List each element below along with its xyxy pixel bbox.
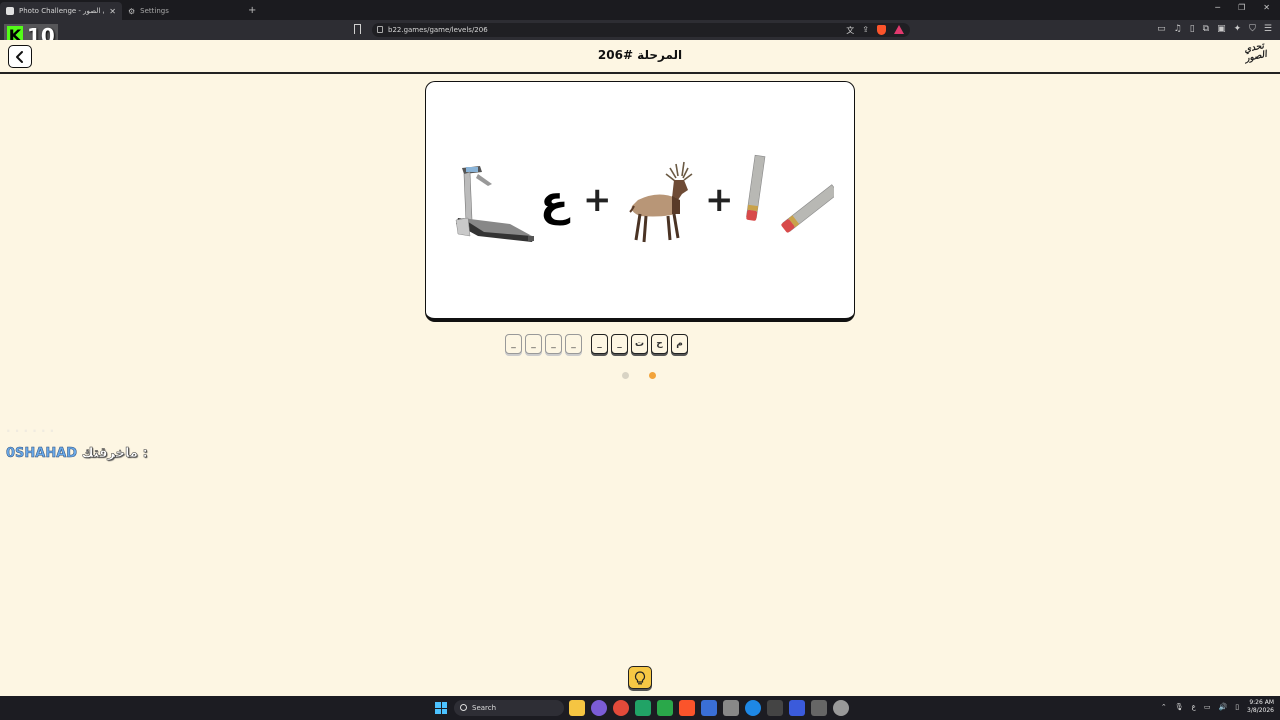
answer-slot[interactable]: _ <box>591 334 608 354</box>
sidebar-icon[interactable]: ▭ <box>1157 24 1166 34</box>
translate-icon[interactable]: 文 <box>846 25 854 36</box>
menu-icon[interactable]: ☰ <box>1264 24 1272 34</box>
epic-games-icon[interactable] <box>767 700 783 716</box>
edge-icon[interactable] <box>745 700 761 716</box>
answer-slot[interactable]: م <box>671 334 688 354</box>
restore-icon[interactable]: ❐ <box>1238 3 1245 12</box>
pencil-eraser-image <box>746 154 834 233</box>
chrome-icon[interactable] <box>613 700 629 716</box>
plus-sign: + <box>705 180 734 220</box>
page-title: المرحلة #206 <box>597 48 683 62</box>
answer-word-1: _ _ ت ح م <box>591 334 688 354</box>
settings-gear-icon[interactable] <box>833 700 849 716</box>
shield-app-icon[interactable] <box>701 700 717 716</box>
brave-shield-icon[interactable] <box>877 25 886 35</box>
new-tab-icon[interactable]: + <box>248 5 256 16</box>
microphone-icon[interactable]: 🎙 <box>1175 703 1184 711</box>
tabs-icon[interactable]: ⧉ <box>1203 24 1209 34</box>
discord-icon[interactable] <box>789 700 805 716</box>
tab-favicon <box>6 7 14 15</box>
chat-text: ماخرقتك : <box>81 446 148 462</box>
volume-icon[interactable]: 🔊 <box>1218 703 1227 711</box>
answer-slot[interactable]: _ <box>525 334 542 354</box>
xbox-icon[interactable] <box>657 700 673 716</box>
elk-image <box>629 161 693 243</box>
system-tray: ⌃ 🎙 ع ▭ 🔊 ▯ 9:26 AM 3/8/2026 <box>1161 699 1274 715</box>
arabic-letter-glyph: ع <box>540 176 569 225</box>
lightbulb-icon <box>634 670 646 684</box>
taskbar-apps <box>569 700 849 716</box>
battery-icon[interactable]: ▯ <box>1235 703 1239 711</box>
vpn-icon[interactable]: ⛉ <box>1249 24 1256 34</box>
windows-start-icon[interactable] <box>435 702 447 714</box>
chat-ghost-line: · · · · · · <box>6 424 55 438</box>
brand-logo[interactable]: تحدي الصور <box>1240 41 1273 72</box>
app-icon[interactable] <box>635 700 651 716</box>
reader-icon[interactable]: ▯ <box>1190 24 1195 34</box>
url-text: b22.games/game/levels/206 <box>388 26 488 34</box>
file-explorer-icon[interactable] <box>569 700 585 716</box>
plus-sign: + <box>583 180 612 220</box>
wallet-icon[interactable]: ▣ <box>1217 24 1226 34</box>
tab-photo-challenge[interactable]: Photo Challenge - تحدي الصور ✕ <box>0 2 122 20</box>
taskbar: Search ⌃ 🎙 ع ▭ 🔊 ▯ 9:26 AM 3/8/2026 <box>0 696 1280 720</box>
page-dot-active[interactable] <box>649 372 656 379</box>
answer-slot[interactable]: _ <box>611 334 628 354</box>
close-window-icon[interactable]: ✕ <box>1263 3 1270 12</box>
answer-word-2: _ _ _ _ <box>505 334 582 354</box>
answer-slot[interactable]: ت <box>631 334 648 354</box>
search-icon <box>460 704 467 711</box>
tab-settings[interactable]: ⚙ Settings <box>122 2 244 20</box>
puzzle-images: ع + + <box>426 152 856 252</box>
page-dots <box>622 372 656 379</box>
address-bar-row: b22.games/game/levels/206 文 ⇪ ▭ ♫ ▯ ⧉ ▣ … <box>0 20 1280 40</box>
app-icon[interactable] <box>723 700 739 716</box>
taskbar-search[interactable]: Search <box>454 700 564 716</box>
puzzle-card: ع + + <box>425 81 855 322</box>
brave-icon[interactable] <box>679 700 695 716</box>
app-icon[interactable] <box>811 700 827 716</box>
minimize-icon[interactable]: ─ <box>1215 3 1220 12</box>
hint-button[interactable] <box>628 666 652 689</box>
page-dot[interactable] <box>622 372 629 379</box>
answer-slot[interactable]: _ <box>505 334 522 354</box>
site-info-icon[interactable] <box>377 26 383 33</box>
music-icon[interactable]: ♫ <box>1174 24 1182 34</box>
network-icon[interactable]: ▭ <box>1204 703 1211 711</box>
clock[interactable]: 9:26 AM 3/8/2026 <box>1247 699 1274 715</box>
app-icon[interactable] <box>591 700 607 716</box>
share-icon[interactable]: ⇪ <box>862 25 869 36</box>
language-indicator[interactable]: ع <box>1192 703 1196 711</box>
gear-icon: ⚙ <box>128 6 136 16</box>
brave-rewards-icon[interactable] <box>894 25 904 34</box>
chevron-up-icon[interactable]: ⌃ <box>1161 703 1167 711</box>
close-tab-icon[interactable]: ✕ <box>109 7 116 16</box>
extensions-icon[interactable]: ✦ <box>1234 24 1242 34</box>
url-field[interactable]: b22.games/game/levels/206 文 ⇪ <box>372 23 910 37</box>
game-header: المرحلة #206 تحدي الصور <box>0 40 1280 74</box>
bookmark-icon[interactable] <box>354 24 361 34</box>
tab-title: Settings <box>140 7 169 15</box>
answer-slot[interactable]: _ <box>545 334 562 354</box>
tab-title: Photo Challenge - تحدي الصور <box>19 7 104 15</box>
treadmill-image <box>455 166 534 242</box>
answer-slot[interactable]: ح <box>651 334 668 354</box>
search-placeholder: Search <box>472 704 497 712</box>
browser-tab-bar: Photo Challenge - تحدي الصور ✕ ⚙ Setting… <box>0 0 1280 20</box>
chat-message: 0SHAHAD ماخرقتك : <box>6 446 148 462</box>
answer-slot[interactable]: _ <box>565 334 582 354</box>
browser-toolbar: ▭ ♫ ▯ ⧉ ▣ ✦ ⛉ ☰ <box>1157 24 1272 34</box>
window-controls: ─ ❐ ✕ <box>1215 3 1270 12</box>
clock-time: 9:26 AM <box>1249 699 1274 706</box>
clock-date: 3/8/2026 <box>1247 707 1274 714</box>
chat-username: 0SHAHAD <box>6 446 78 462</box>
